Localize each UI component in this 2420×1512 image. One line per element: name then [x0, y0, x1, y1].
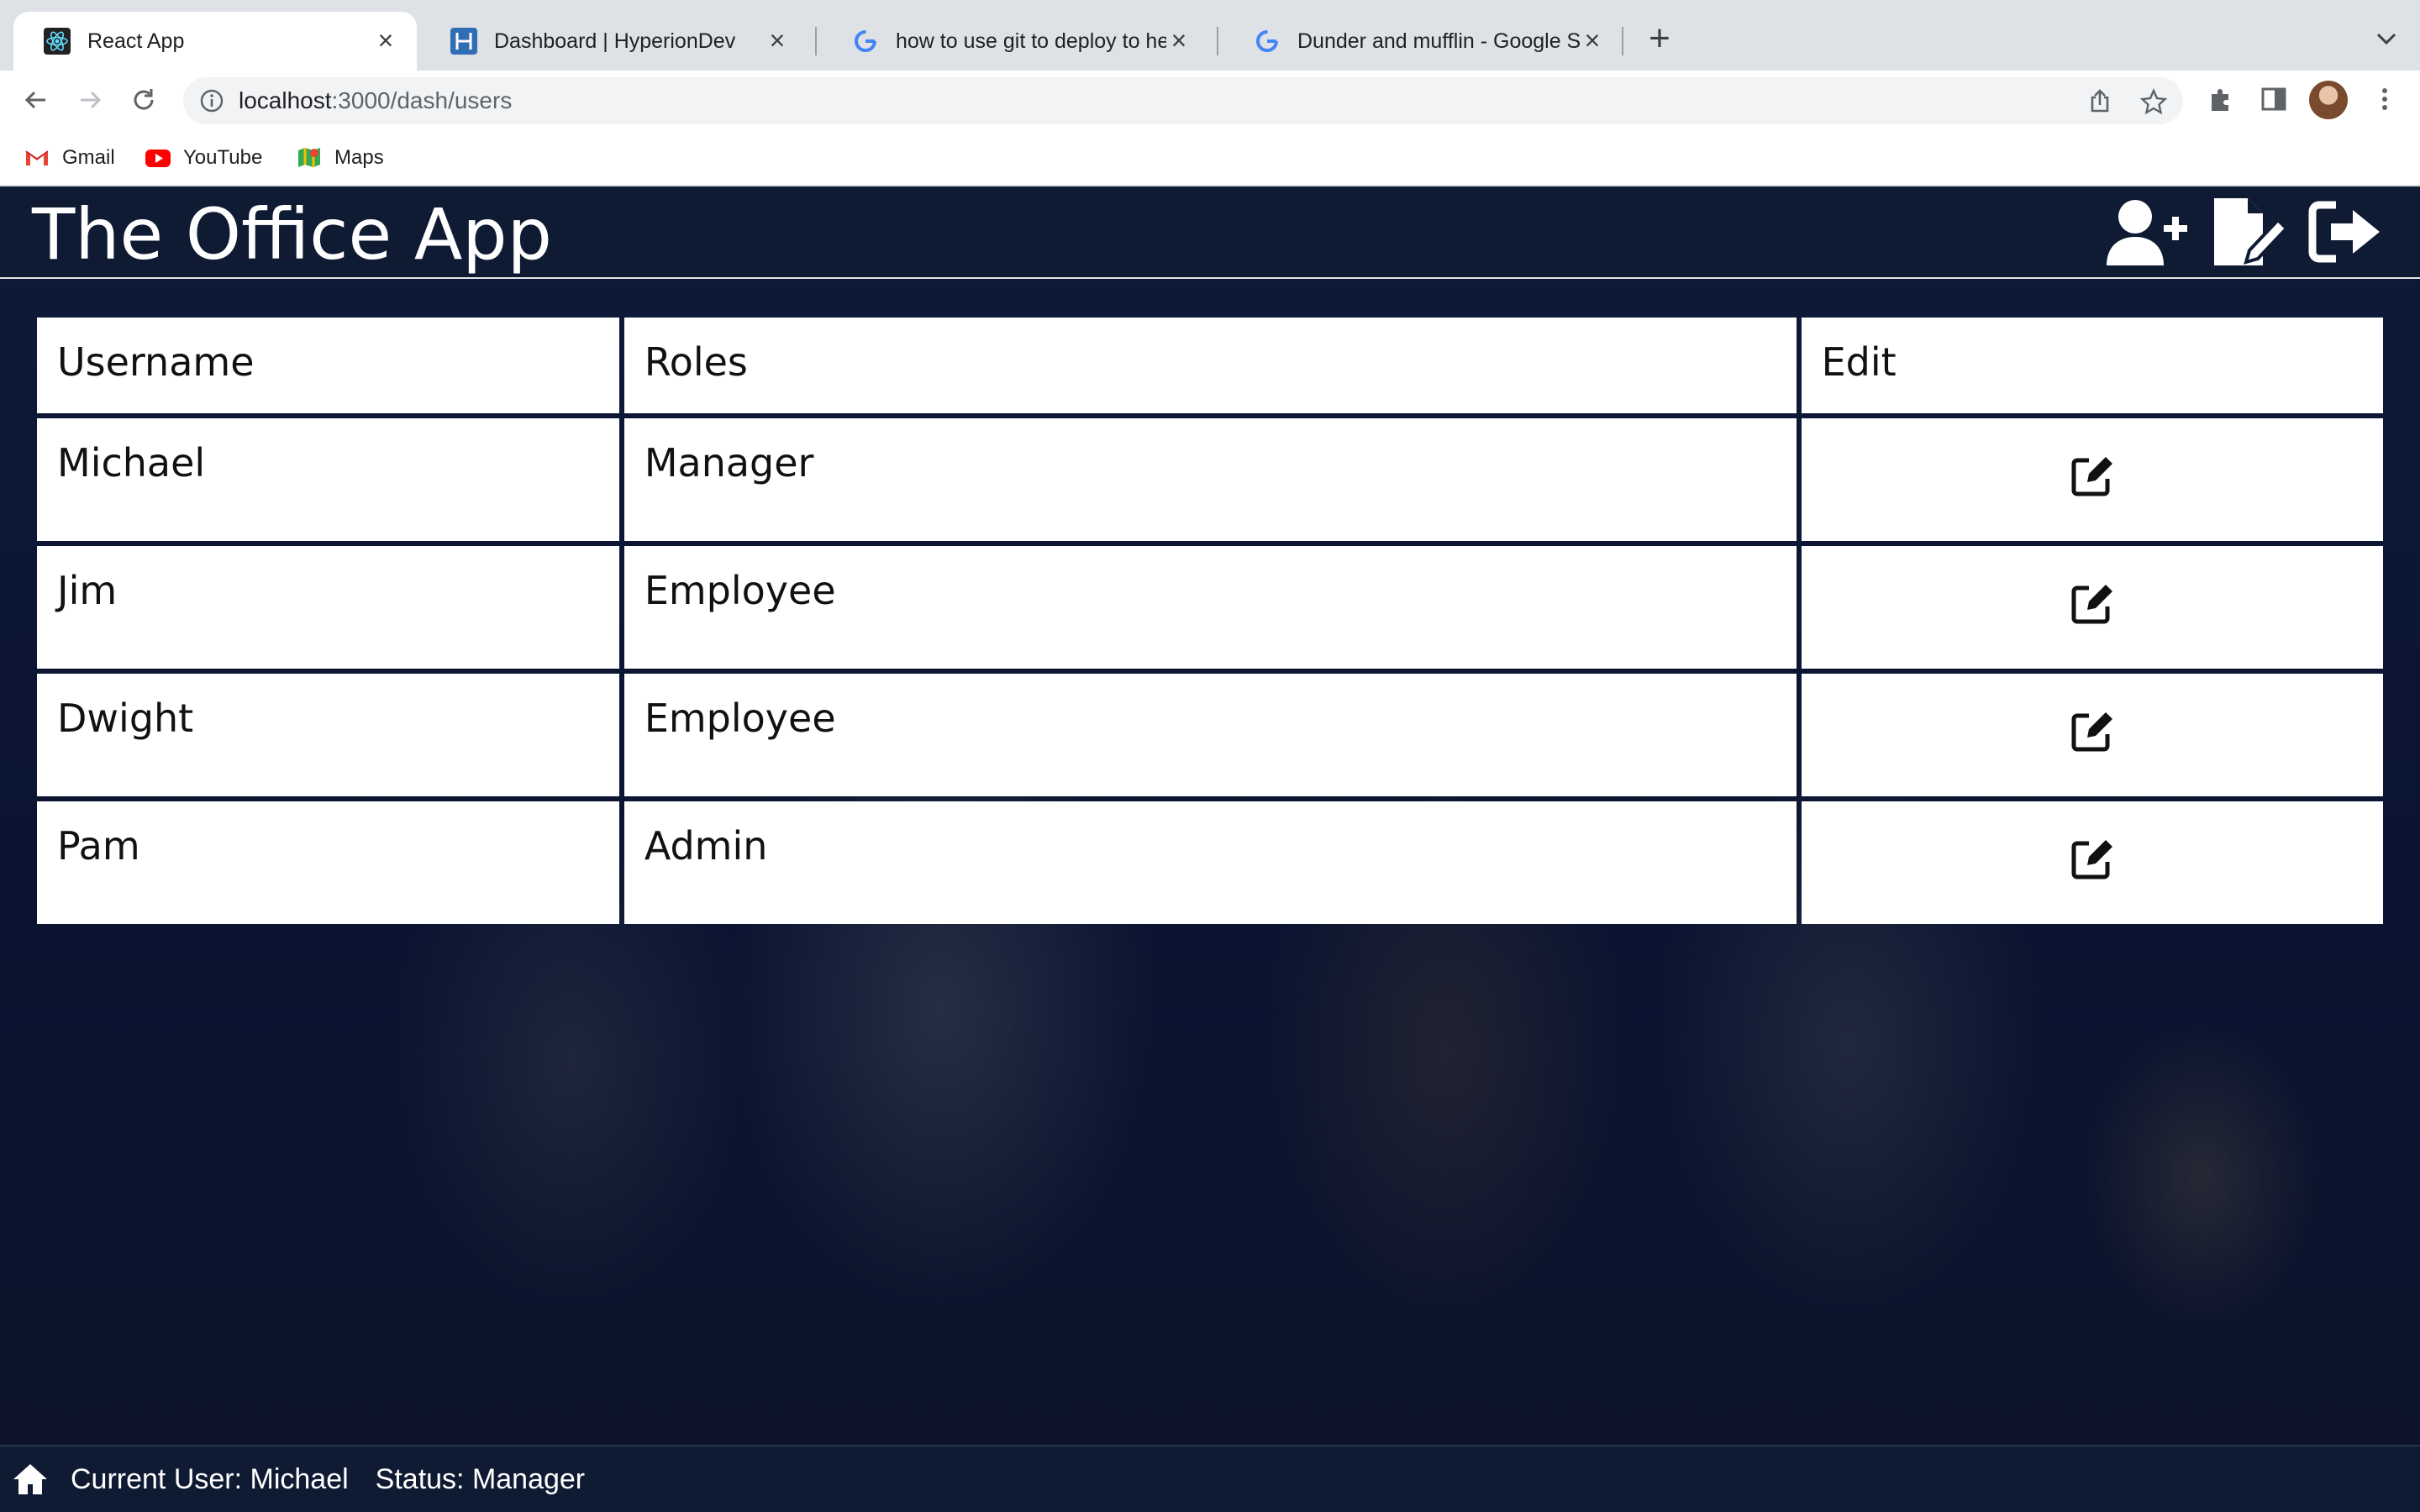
- app-header: The Office App: [0, 186, 2420, 279]
- hyperiondev-icon: [450, 28, 477, 55]
- tab-separator: [1217, 27, 1218, 55]
- star-icon[interactable]: [2139, 87, 2168, 116]
- bookmark-youtube[interactable]: YouTube: [145, 141, 262, 175]
- tab-google-dunder[interactable]: Dunder and mufflin - Google Se ×: [1223, 12, 1623, 71]
- home-icon: [13, 1464, 47, 1494]
- edit-cell: [1801, 546, 2383, 669]
- table-row: Dwight Employee: [37, 674, 2383, 796]
- logout-button[interactable]: [2299, 195, 2391, 272]
- info-icon[interactable]: [198, 87, 225, 114]
- bookmark-label: Gmail: [62, 146, 115, 169]
- share-icon[interactable]: [2086, 87, 2114, 116]
- chevron-down-icon[interactable]: [2370, 22, 2403, 55]
- google-icon: [852, 28, 879, 55]
- url-path: :3000/dash/users: [331, 87, 513, 113]
- roles-cell: Manager: [623, 418, 1797, 541]
- tab-title: React App: [87, 29, 185, 53]
- tab-separator: [815, 27, 817, 55]
- extensions-icon[interactable]: [2205, 82, 2238, 116]
- edit-icon: [2071, 711, 2112, 751]
- logout-icon: [2307, 198, 2383, 270]
- avatar[interactable]: [2309, 81, 2348, 119]
- tab-separator: [1622, 27, 1623, 55]
- roles-cell: Admin: [623, 801, 1797, 924]
- bookmark-label: Maps: [334, 146, 384, 169]
- youtube-icon: [145, 144, 171, 171]
- edit-cell: [1801, 674, 2383, 796]
- edit-cell: [1801, 418, 2383, 541]
- bookmark-maps[interactable]: Maps: [296, 141, 384, 175]
- edit-cell: [1801, 801, 2383, 924]
- back-icon[interactable]: [18, 82, 54, 118]
- gmail-icon: [24, 144, 50, 171]
- edit-icon: [2071, 839, 2112, 879]
- status-text: Status: Manager: [375, 1462, 586, 1495]
- app-footer: Current User: Michael Status: Manager: [0, 1445, 2420, 1512]
- edit-icon: [2071, 456, 2112, 496]
- new-note-button[interactable]: [2203, 195, 2296, 272]
- table-row: Michael Manager: [37, 418, 2383, 541]
- tab-google-git[interactable]: how to use git to deploy to her ×: [822, 12, 1210, 71]
- username-cell: Michael: [37, 418, 619, 541]
- tab-title: Dunder and mufflin - Google Se: [1297, 29, 1580, 53]
- react-icon: [44, 28, 71, 55]
- tab-hyperiondev[interactable]: Dashboard | HyperionDev ×: [420, 12, 808, 71]
- edit-button[interactable]: [2069, 835, 2116, 882]
- close-icon[interactable]: ×: [765, 27, 790, 54]
- bookmark-gmail[interactable]: Gmail: [24, 141, 115, 175]
- bookmarks-bar: Gmail YouTube Maps: [0, 129, 2420, 186]
- page-title: The Office App: [32, 193, 552, 276]
- column-header-roles: Roles: [623, 318, 1797, 413]
- home-button[interactable]: [12, 1461, 49, 1498]
- url-host: localhost: [239, 87, 332, 113]
- edit-button[interactable]: [2069, 580, 2116, 627]
- url-text: localhost:3000/dash/users: [239, 87, 512, 114]
- table-header-row: Username Roles Edit: [37, 318, 2383, 413]
- add-user-button[interactable]: [2101, 195, 2193, 272]
- reload-icon[interactable]: [126, 82, 161, 118]
- column-header-username: Username: [37, 318, 619, 413]
- new-note-icon: [2209, 195, 2290, 273]
- table-row: Jim Employee: [37, 546, 2383, 669]
- edit-icon: [2071, 584, 2112, 623]
- table-row: Pam Admin: [37, 801, 2383, 924]
- new-tab-button[interactable]: +: [1640, 20, 1679, 59]
- google-icon: [1254, 28, 1281, 55]
- username-cell: Pam: [37, 801, 619, 924]
- username-cell: Dwight: [37, 674, 619, 796]
- more-vertical-icon[interactable]: [2368, 82, 2402, 116]
- address-bar[interactable]: localhost:3000/dash/users: [183, 77, 2183, 124]
- tab-react-app[interactable]: React App ×: [13, 12, 417, 71]
- close-icon[interactable]: ×: [373, 27, 398, 54]
- edit-button[interactable]: [2069, 707, 2116, 754]
- forward-icon[interactable]: [72, 82, 108, 118]
- users-table: Username Roles Edit Michael Manager Jim …: [32, 312, 2388, 929]
- edit-button[interactable]: [2069, 452, 2116, 499]
- column-header-edit: Edit: [1801, 318, 2383, 413]
- bookmark-label: YouTube: [183, 146, 263, 169]
- maps-icon: [296, 144, 323, 171]
- side-panel-icon[interactable]: [2257, 82, 2291, 116]
- current-user-text: Current User: Michael: [71, 1462, 349, 1495]
- add-user-icon: [2103, 197, 2191, 271]
- username-cell: Jim: [37, 546, 619, 669]
- roles-cell: Employee: [623, 546, 1797, 669]
- browser-tabstrip: React App × Dashboard | HyperionDev × ho…: [0, 0, 2420, 71]
- close-icon[interactable]: ×: [1580, 27, 1605, 54]
- close-icon[interactable]: ×: [1166, 27, 1192, 54]
- tab-title: how to use git to deploy to her: [896, 29, 1166, 53]
- roles-cell: Employee: [623, 674, 1797, 796]
- browser-toolbar: localhost:3000/dash/users: [0, 71, 2420, 129]
- app-root: The Office App Username Roles Edit Micha…: [0, 186, 2420, 1512]
- tab-title: Dashboard | HyperionDev: [494, 29, 736, 53]
